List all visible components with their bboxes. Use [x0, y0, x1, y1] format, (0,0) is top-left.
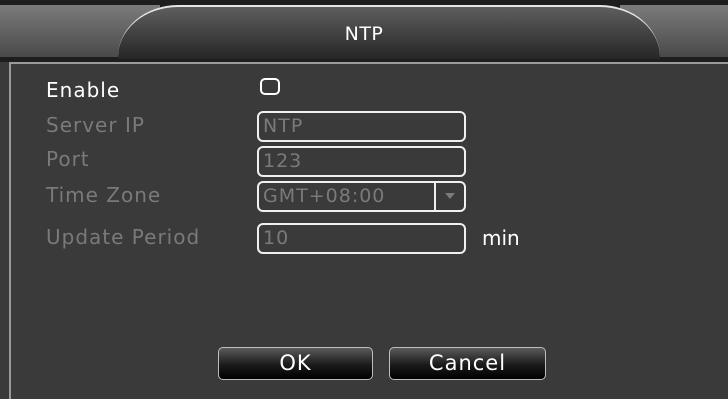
update-period-unit: min [482, 226, 520, 250]
dropdown-button[interactable] [434, 183, 464, 210]
cancel-button[interactable]: Cancel [389, 347, 546, 380]
time-zone-label: Time Zone [46, 183, 162, 207]
ntp-dialog: NTP Enable Server IP NTP Port 123 Time Z… [0, 0, 728, 399]
update-period-input[interactable]: 10 [257, 223, 466, 254]
dialog-title: NTP [344, 23, 384, 45]
port-label: Port [46, 147, 90, 171]
update-period-label: Update Period [46, 225, 201, 249]
server-ip-input[interactable]: NTP [257, 111, 466, 142]
enable-checkbox[interactable] [260, 78, 280, 95]
server-ip-label: Server IP [46, 113, 145, 137]
time-zone-select[interactable]: GMT+08:00 [257, 181, 466, 212]
enable-label: Enable [46, 78, 121, 102]
port-input[interactable]: 123 [257, 146, 466, 177]
ok-button[interactable]: OK [218, 347, 373, 380]
title-bar: NTP [0, 0, 728, 62]
time-zone-value: GMT+08:00 [263, 185, 386, 207]
chevron-down-icon [445, 193, 455, 199]
